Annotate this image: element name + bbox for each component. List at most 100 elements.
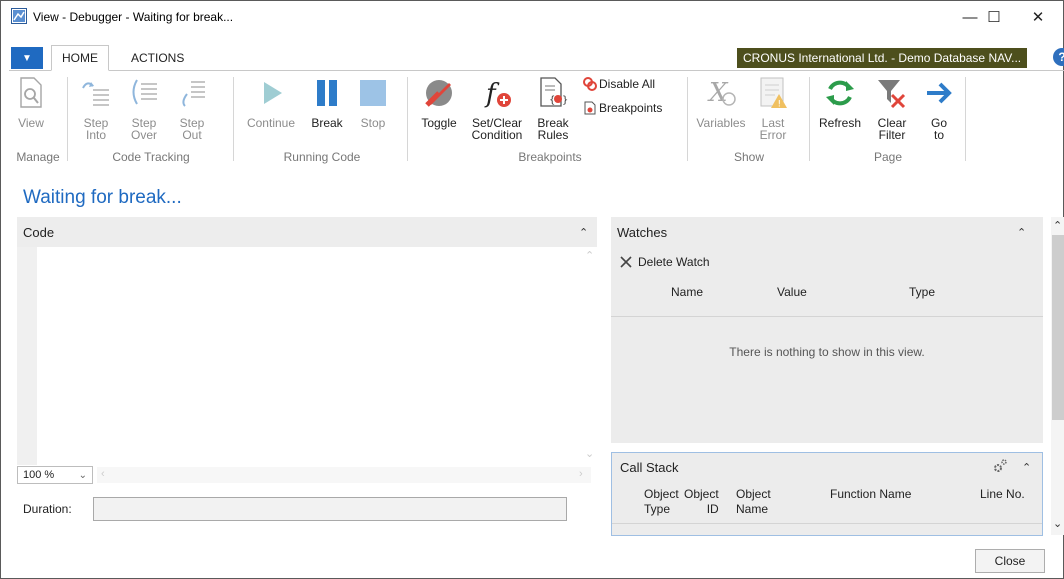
breakpoints-list-icon [583,101,597,115]
view-button[interactable]: View [13,75,49,129]
variables-button[interactable]: X Variables [693,75,749,129]
column-header-object-name[interactable]: Object Name [736,487,771,517]
empty-state-message: There is nothing to show in this view. [729,345,925,359]
code-header: Code ⌃ [17,217,597,247]
group-separator [687,77,688,161]
clear-filter-label-2: Filter [878,128,906,142]
disable-all-button[interactable]: Disable All [583,77,655,91]
object-type-line-1: Object [644,487,679,501]
object-name-line-2: Name [736,502,769,516]
column-header-object-id[interactable]: Object ID [684,487,719,517]
code-editor[interactable] [17,247,597,465]
help-icon[interactable]: ? [1053,48,1064,66]
svg-text:f: f [484,79,500,109]
step-into-icon [78,75,114,111]
close-icon [620,256,632,268]
ribbon-tabs: ▼ HOME ACTIONS CRONUS International Ltd.… [9,41,1064,71]
code-horizontal-scrollbar[interactable]: ‹ › [97,467,591,483]
tab-actions[interactable]: ACTIONS [121,45,194,71]
stop-button[interactable]: Stop [355,75,391,129]
function-name-label: Function Name [830,487,912,501]
column-header-function-name[interactable]: Function Name [830,487,911,502]
object-id-line-1: Object [684,487,719,501]
group-label-running-code: Running Code [283,150,361,164]
gear-icon[interactable] [992,458,1008,477]
zoom-row: 100 % ⌄ ‹ › [17,465,597,485]
toggle-breakpoint-icon [421,75,457,111]
group-separator [809,77,810,161]
maximize-button[interactable]: ☐ [971,4,1017,30]
disable-all-label: Disable All [599,77,656,91]
break-rules-label-2: Rules [537,128,569,142]
set-clear-condition-button[interactable]: f Set/Clear Condition [465,75,529,141]
code-panel: Code ⌃ ⌃ ⌄ 100 % ⌄ ‹ › Duration: [17,217,597,531]
step-over-label-2: Over [130,128,157,142]
clear-filter-button[interactable]: Clear Filter [871,75,913,141]
code-header-label: Code [23,224,55,240]
watches-panel: Watches ⌃ Delete Watch Name Value Type T… [611,217,1043,443]
scroll-left-icon[interactable]: ‹ [101,468,105,480]
column-header-value[interactable]: Value [777,285,807,299]
call-stack-panel: Call Stack ⌃ Object Type Object ID Objec… [611,452,1043,536]
step-into-button[interactable]: Step Into [79,75,113,141]
break-rules-button[interactable]: {} Break Rules [533,75,573,141]
last-error-label-2: Error [759,128,787,142]
scroll-right-icon[interactable]: › [579,468,583,480]
scroll-down-icon[interactable]: ⌄ [1053,517,1062,530]
column-header-type[interactable]: Type [909,285,935,299]
step-into-label-2: Into [85,128,106,142]
collapse-chevron-icon[interactable]: ⌃ [1022,461,1031,474]
column-header-object-type[interactable]: Object Type [644,487,679,517]
zoom-value: 100 % [23,469,55,481]
group-separator [233,77,234,161]
toggle-label: Toggle [421,116,457,130]
last-error-icon: ! [755,75,791,111]
last-error-button[interactable]: ! Last Error [753,75,793,141]
continue-button[interactable]: Continue [243,75,299,129]
page-vertical-scrollbar[interactable]: ⌃ ⌄ [1051,217,1064,535]
break-button[interactable]: Break [307,75,347,129]
app-menu-button[interactable]: ▼ [11,47,43,69]
delete-watch-button[interactable]: Delete Watch [619,255,710,269]
group-label-show: Show [733,150,765,164]
refresh-label: Refresh [818,116,862,130]
step-out-label-2: Out [182,128,202,142]
menu-dropdown-icon: ▼ [22,52,32,64]
close-button[interactable]: Close [975,549,1045,573]
scrollbar-thumb[interactable] [1052,235,1064,420]
app-icon [11,8,27,24]
collapse-chevron-icon[interactable]: ⌃ [579,226,588,239]
column-header-line-no[interactable]: Line No. [980,487,1025,502]
variables-label: Variables [696,116,746,130]
column-header-name[interactable]: Name [671,285,703,299]
divider [612,523,1042,524]
scroll-up-icon[interactable]: ⌃ [585,249,594,262]
chevron-down-icon: ⌄ [78,469,87,481]
scroll-up-icon[interactable]: ⌃ [1053,219,1062,232]
duration-label: Duration: [23,502,72,516]
toggle-button[interactable]: Toggle [417,75,461,129]
pause-icon [309,75,345,111]
svg-text:!: ! [778,100,782,110]
line-no-label: Line No. [980,487,1025,501]
breakpoints-list-button[interactable]: Breakpoints [583,101,662,115]
step-out-button[interactable]: Step Out [175,75,209,141]
view-label: View [18,116,44,130]
zoom-select[interactable]: 100 % ⌄ [17,466,93,484]
play-icon [253,75,289,111]
refresh-button[interactable]: Refresh [815,75,865,129]
code-vertical-scrollbar[interactable]: ⌃ ⌄ [583,247,597,465]
clear-filter-icon [874,75,910,111]
scroll-down-icon[interactable]: ⌄ [585,447,594,460]
collapse-chevron-icon[interactable]: ⌃ [1017,226,1026,239]
window-close-button[interactable]: ✕ [1015,4,1061,30]
page-title: Waiting for break... [23,187,182,208]
go-to-button[interactable]: Go to [921,75,957,141]
tab-home[interactable]: HOME [51,45,109,71]
break-rules-icon: {} [535,75,571,111]
step-over-button[interactable]: Step Over [127,75,161,141]
step-over-icon [126,75,162,111]
call-stack-header: Call Stack ⌃ [612,453,1042,481]
company-badge[interactable]: CRONUS International Ltd. - Demo Databas… [737,48,1028,68]
call-stack-header-label: Call Stack [620,459,679,475]
